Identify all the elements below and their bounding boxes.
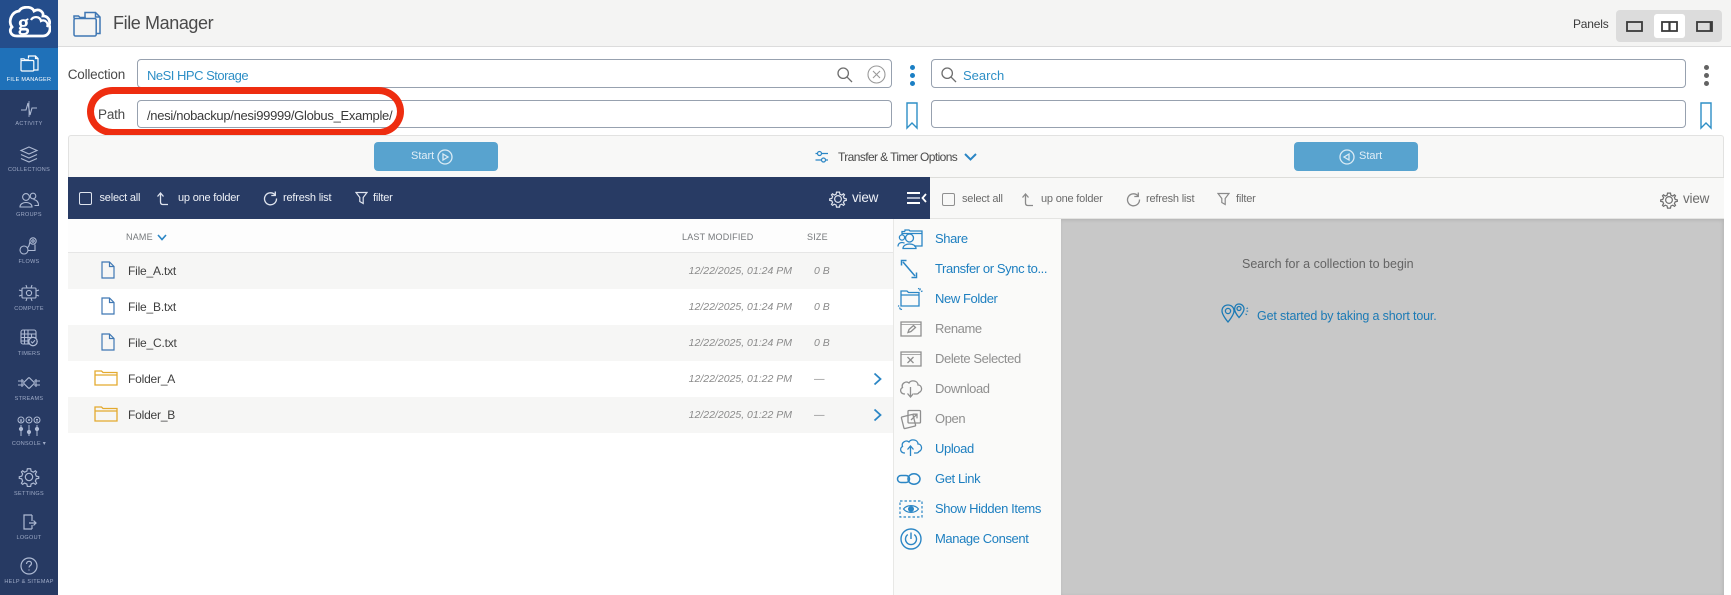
svg-text:g: g <box>18 10 29 35</box>
